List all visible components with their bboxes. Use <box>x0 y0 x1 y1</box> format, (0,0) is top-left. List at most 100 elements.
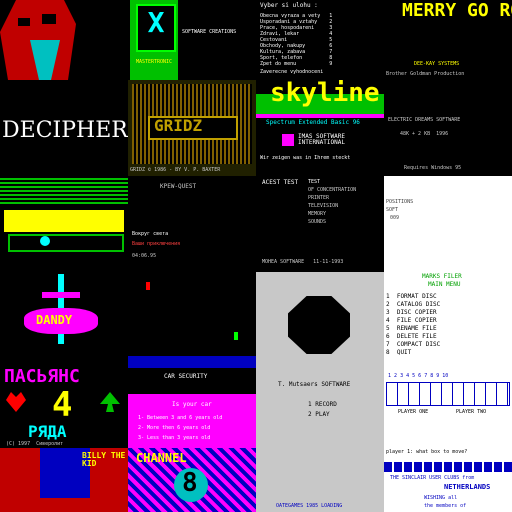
menu-item[interactable]: 1 FORMAT DISC <box>386 294 437 300</box>
tile-mutsaers: T. Mutsaers SOFTWARE 1 RECORD 2 PLAY <box>256 368 384 448</box>
question-text: Is your car <box>172 401 212 408</box>
target-icon <box>40 236 50 246</box>
loading-text: OATEGAMES 1985 LOADING <box>276 503 343 509</box>
menu-item[interactable]: 8 QUIT <box>386 350 411 356</box>
info-line: SOFT <box>386 207 399 213</box>
game-grid[interactable] <box>386 382 510 406</box>
title-stripes <box>0 176 128 204</box>
credit-text: GRIDZ © 1986 - BY V. P. BAXTER <box>130 167 221 173</box>
menu-item[interactable]: SOUNDS <box>308 220 326 225</box>
number-cell: 9 <box>436 373 440 379</box>
info-line: 48K + 2 KB 1996 <box>400 131 449 137</box>
tile-netherlands: player 1: what box to move? THE SINCLAIR… <box>384 448 512 512</box>
number-cell: 4 <box>406 373 410 379</box>
tile-channel-8: CHANNEL 8 <box>128 448 256 512</box>
logo-strip <box>384 462 512 472</box>
tile-dark-game <box>128 272 256 368</box>
info-line: Ваши приключения <box>132 241 181 247</box>
subtitle: Spectrum Extended Basic 96 <box>266 119 360 126</box>
game-title: MERRY GO ROUND <box>402 0 512 21</box>
tile-billy-the-kid: BILLY THE KID <box>0 448 128 512</box>
menu-item[interactable]: 1 RECORD <box>308 402 337 408</box>
menu-item[interactable]: 7 COMPACT DISC <box>386 342 440 348</box>
publisher-title: T. Mutsaers SOFTWARE <box>278 381 351 388</box>
spade-icon <box>100 392 120 412</box>
menu-item[interactable]: 5 RENAME FILE <box>386 326 437 332</box>
option-item[interactable]: 2- More then 6 years old <box>138 426 210 431</box>
prompt-text: player 1: what box to move? <box>386 449 468 455</box>
tile-car-security: CAR SECURITY Is your car 1- Between 3 an… <box>128 368 256 448</box>
subtitle: РЯДА <box>28 422 67 441</box>
tile-kpew-quest: KPEW-QUEST Вокруг света Ваши приключения… <box>128 176 256 272</box>
number-cell: 3 <box>400 373 404 379</box>
number-row: 1 2 3 4 5 6 7 8 9 10 <box>388 374 448 379</box>
info-line: 009 <box>390 215 400 221</box>
eye-shape <box>42 14 56 24</box>
menu-footer: Zaverecne vyhodnoceni <box>260 69 324 75</box>
footer-text: MOHEA SOFTWARE 11-11-1993 <box>262 259 344 265</box>
tile-positions: POSITIONS SOFT 009 <box>384 176 512 272</box>
number-cell: 2 <box>394 373 398 379</box>
tile-decipher: DECIPHER <box>0 80 128 176</box>
game-title: CHANNEL <box>136 451 187 465</box>
tile-octagon <box>256 272 384 368</box>
game-title: BILLY THE KID <box>82 451 126 468</box>
tile-loading: OATEGAMES 1985 LOADING <box>256 448 384 512</box>
option-item[interactable]: 3- Less than 3 years old <box>138 436 210 441</box>
number-cell: 10 <box>442 373 449 379</box>
menu-item[interactable]: OF CONCENTRATION <box>308 188 356 193</box>
menu-item[interactable]: 6 DELETE FILE <box>386 334 437 340</box>
number-cell: 1 <box>388 373 392 379</box>
date-text: 04:06.95 <box>132 253 157 259</box>
menu-item[interactable]: 3 DISC COPIER <box>386 310 437 316</box>
tile-skyline: skyline Spectrum Extended Basic 96 IMAS … <box>256 80 384 176</box>
player-label: PLAYER TWO <box>456 409 487 415</box>
info-line: Вокруг света <box>132 231 169 237</box>
sword-guard <box>42 292 80 298</box>
number-cell: 7 <box>424 373 428 379</box>
tile-electric: ELECTRIC DREAMS SOFTWARE 48K + 2 KB 1996… <box>384 80 512 176</box>
tile-dandy: DANDY <box>0 272 128 368</box>
game-title: skyline <box>270 80 380 108</box>
menu-item[interactable]: TELEVISION <box>308 204 338 209</box>
tile-gridz: GRIDZ GRIDZ © 1986 - BY V. P. BAXTER <box>128 80 256 176</box>
menu-item[interactable]: Zpet do menu 9 <box>260 62 332 67</box>
header-bar <box>128 368 256 394</box>
test-header: ACEST TEST <box>262 179 299 186</box>
eye-shape <box>18 18 30 26</box>
sprite <box>146 282 150 290</box>
status-bar <box>128 356 256 368</box>
text-area <box>4 210 124 232</box>
menu-item[interactable]: PRINTER <box>308 196 329 201</box>
footer-text: Brother Goldman Production <box>386 71 465 77</box>
requirement-text: Requires Windows 95 <box>404 165 462 171</box>
tile-numbers-grid: 1 2 3 4 5 6 7 8 9 10 PLAYER ONE PLAYER T… <box>384 368 512 448</box>
info-line: THE SINCLAIR USER CLUBS from <box>390 475 475 481</box>
menu-item[interactable]: 4 FILE COPIER <box>386 318 437 324</box>
sub-label: SOFTWARE CREATIONS <box>182 29 237 35</box>
info-line: POSITIONS <box>386 199 414 205</box>
menu-item[interactable]: TEST <box>308 180 320 185</box>
number-label: 8 <box>182 468 198 498</box>
option-item[interactable]: 1- Between 3 and 6 years old <box>138 416 222 421</box>
menu-header: Vyber si ulohu : <box>260 2 318 9</box>
tile-green-game <box>0 176 128 272</box>
credit-text: DEE-KAY SYSTEMS <box>414 61 460 67</box>
menu-item[interactable]: 2 CATALOG DISC <box>386 302 440 308</box>
player-label: PLAYER ONE <box>398 409 429 415</box>
info-line: the members of <box>424 503 467 509</box>
header-title: CAR SECURITY <box>164 373 208 380</box>
game-title: GRIDZ <box>154 116 203 135</box>
menu-item[interactable]: 2 PLAY <box>308 412 330 418</box>
tile-acest-test: ACEST TEST TEST OF CONCENTRATION PRINTER… <box>256 176 384 272</box>
credit-text: (C) 1997 Сиверолит <box>6 441 64 447</box>
heart-icon <box>6 392 26 412</box>
tile-logo: X MASTERTRONIC SOFTWARE CREATIONS <box>128 0 256 80</box>
number-label: 4 <box>52 385 73 425</box>
menu-subtitle: MAIN MENU <box>428 281 461 288</box>
menu-item[interactable]: MEMORY <box>308 212 326 217</box>
publisher-label: MASTERTRONIC <box>135 59 173 65</box>
number-cell: 6 <box>418 373 422 379</box>
number-cell: 8 <box>430 373 434 379</box>
game-title: KPEW-QUEST <box>160 183 197 190</box>
